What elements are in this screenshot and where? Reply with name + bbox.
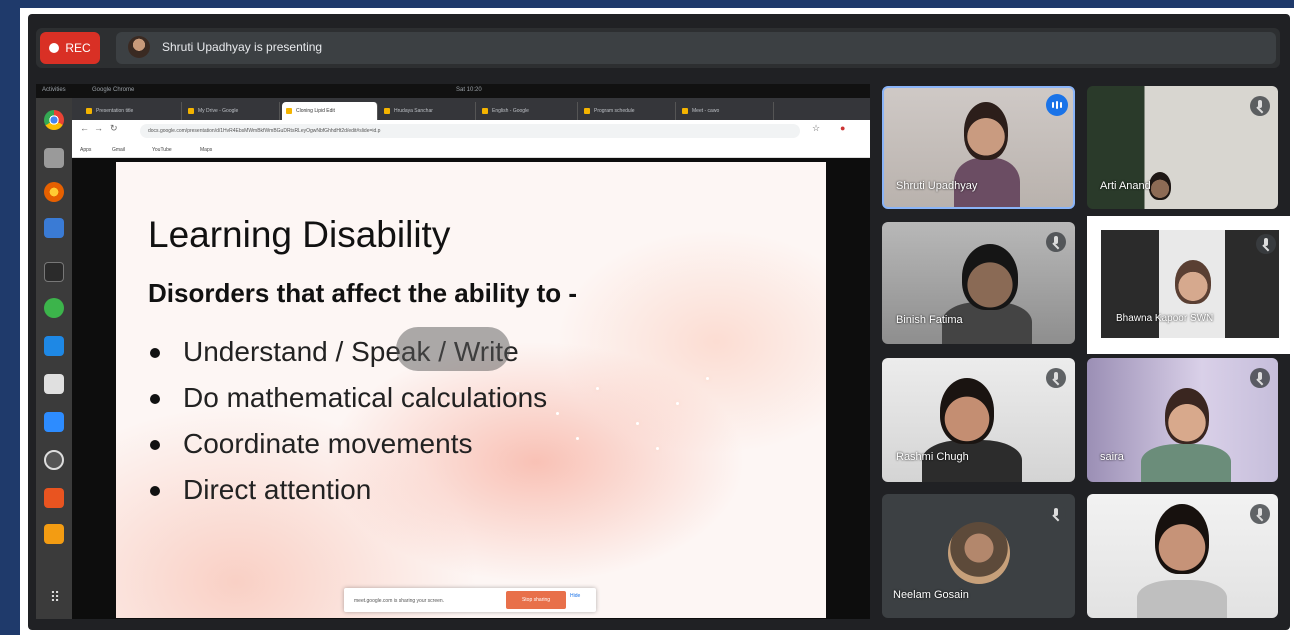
bookmark-gmail[interactable]: Gmail	[112, 147, 125, 153]
hide-button[interactable]: Hide	[570, 593, 580, 599]
sparkle	[706, 377, 709, 380]
participant-video	[1141, 444, 1231, 482]
wallpaper-strip	[0, 0, 20, 635]
presenter-text: Shruti Upadhyay is presenting	[162, 40, 323, 54]
bookmarks-bar: Apps Gmail YouTube Maps	[72, 142, 870, 158]
mic-off-icon	[1046, 368, 1066, 388]
browser-tab[interactable]: Hrudaya Sanchar	[380, 102, 476, 120]
participant-name: Neelam Gosain	[893, 589, 969, 601]
browser-tab[interactable]: Meet - cawo	[678, 102, 774, 120]
wallpaper-strip-top	[20, 0, 1294, 8]
participant-video	[1155, 504, 1209, 574]
editor-icon[interactable]	[44, 374, 64, 394]
stop-sharing-button[interactable]: Stop sharing	[506, 591, 566, 609]
bookmark-maps[interactable]: Maps	[200, 147, 212, 153]
mic-off-icon	[1256, 234, 1276, 254]
participant-name: Arti Anand	[1100, 180, 1151, 192]
share-notice-text: meet.google.com is sharing your screen.	[354, 598, 445, 604]
profile-icon[interactable]: ●	[840, 123, 845, 133]
mic-off-icon	[1046, 504, 1066, 524]
slide-bullet: Do mathematical calculations	[148, 378, 547, 424]
chrome-icon[interactable]	[44, 110, 64, 130]
recording-badge[interactable]: REC	[40, 32, 100, 64]
audio-wave-icon	[1046, 94, 1068, 116]
clock: Sat 10:20	[456, 87, 482, 93]
grid-icon[interactable]: ⠿	[46, 588, 64, 606]
participant-name: Binish Fatima	[896, 314, 963, 326]
spotify-icon[interactable]	[44, 298, 64, 318]
bookmark-apps[interactable]: Apps	[80, 147, 91, 153]
ubuntu-store-icon[interactable]	[44, 488, 64, 508]
participant-video	[1165, 388, 1209, 444]
avatar	[128, 36, 150, 58]
address-bar[interactable]: docs.google.com/presentation/d/1HvR4EbsM…	[140, 124, 800, 138]
bookmark-youtube[interactable]: YouTube	[152, 147, 172, 153]
zoom-icon[interactable]	[44, 412, 64, 432]
browser-tab-active[interactable]: Cloning Lipid Edit	[282, 102, 378, 120]
software-center-icon[interactable]	[44, 450, 64, 470]
pointer-overlay	[396, 327, 510, 371]
participant-video	[964, 102, 1008, 160]
record-dot-icon	[49, 43, 60, 53]
participant-name: Rashmi Chugh	[896, 451, 969, 463]
docs-icon[interactable]	[44, 218, 64, 238]
participant-name: Shruti Upadhyay	[896, 180, 978, 192]
browser-tab[interactable]: English - Google	[478, 102, 578, 120]
vscode-icon[interactable]	[44, 336, 64, 356]
mic-off-icon	[1250, 368, 1270, 388]
reload-icon[interactable]: ↻	[110, 123, 118, 134]
app-menu-label: Google Chrome	[92, 87, 135, 93]
sparkle	[636, 422, 639, 425]
participant-video	[940, 378, 994, 444]
participant-name: Bhawna Kapoor SWN	[1116, 313, 1214, 324]
participant-video	[1175, 260, 1211, 304]
participant-video	[1149, 172, 1171, 200]
activities-label: Activities	[42, 87, 66, 93]
slide-title: Learning Disability	[148, 214, 451, 255]
mic-off-icon	[1250, 504, 1270, 524]
slide-bullet: Coordinate movements	[148, 424, 547, 470]
avatar	[948, 522, 1010, 584]
sparkle	[576, 437, 579, 440]
participant-name: saira	[1100, 451, 1124, 463]
recording-label: REC	[65, 41, 91, 55]
sparkle	[656, 447, 659, 450]
sparkle	[556, 412, 559, 415]
forward-icon[interactable]: →	[94, 123, 103, 133]
browser-tab[interactable]: My Drive - Google	[184, 102, 280, 120]
star-icon[interactable]: ☆	[812, 123, 820, 134]
os-topbar: Activities Google Chrome Sat 10:20	[36, 84, 870, 98]
slide-subtitle: Disorders that affect the ability to -	[148, 278, 578, 308]
firefox-icon[interactable]	[44, 182, 64, 202]
browser-tab[interactable]: Presentation title	[82, 102, 182, 120]
mic-off-icon	[1046, 232, 1066, 252]
browser-tab[interactable]: Program schedule	[580, 102, 676, 120]
slide-bullet: Direct attention	[148, 470, 547, 516]
participant-video	[1137, 580, 1227, 618]
back-icon[interactable]: ←	[80, 123, 89, 133]
impress-icon[interactable]	[44, 524, 64, 544]
participant-video	[962, 244, 1018, 310]
sparkle	[676, 402, 679, 405]
terminal-icon[interactable]	[44, 262, 64, 282]
sparkle	[596, 387, 599, 390]
mic-off-icon	[1250, 96, 1270, 116]
files-icon[interactable]	[44, 148, 64, 168]
